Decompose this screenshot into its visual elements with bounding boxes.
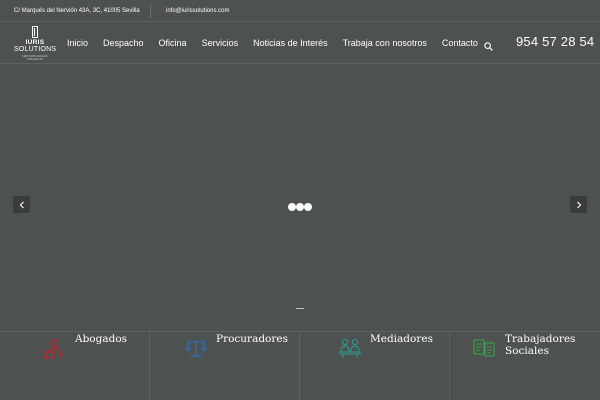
scales-icon <box>184 336 207 358</box>
slider-prev-button[interactable] <box>13 196 30 213</box>
people-meeting-icon <box>338 336 361 358</box>
lawyer-icon <box>42 336 64 359</box>
service-label: Trabajadores Sociales <box>505 333 576 357</box>
service-label: Abogados <box>75 333 128 345</box>
loader-dot <box>296 203 304 211</box>
logo-tagline: SERVICIOS LEGALES INTEGRALES <box>22 55 48 61</box>
loader-dot <box>304 203 312 211</box>
service-mediadores[interactable]: Mediadores <box>300 332 450 400</box>
chevron-right-icon <box>576 201 581 208</box>
loader-dot <box>288 203 296 211</box>
search-icon[interactable] <box>484 38 493 51</box>
nav-item-servicios[interactable]: Servicios <box>202 38 239 48</box>
documents-icon <box>472 336 495 358</box>
site-logo[interactable]: IURIS SOLUTIONS SERVICIOS LEGALES INTEGR… <box>14 25 56 61</box>
logo-text-solutions: SOLUTIONS <box>14 46 57 53</box>
hero-slider <box>0 65 600 331</box>
site-header: IURIS SOLUTIONS SERVICIOS LEGALES INTEGR… <box>0 22 600 64</box>
service-procuradores[interactable]: Procuradores <box>150 332 300 400</box>
email-link[interactable]: info@iurissolutions.com <box>166 0 229 22</box>
topbar-divider <box>150 4 151 18</box>
nav-item-inicio[interactable]: Inicio <box>67 38 88 48</box>
phone-number[interactable]: 954 57 28 54 <box>516 34 594 49</box>
service-label: Procuradores <box>216 333 288 345</box>
top-info-bar: C/ Marqués del Nervión 43A, 3C, 41005 Se… <box>0 0 600 22</box>
pillar-logo-icon <box>32 26 38 38</box>
chevron-left-icon <box>19 201 24 208</box>
nav-item-trabaja[interactable]: Trabaja con nosotros <box>343 38 427 48</box>
service-abogados[interactable]: Abogados <box>0 332 150 400</box>
slide-indicator[interactable] <box>296 308 304 309</box>
nav-item-despacho[interactable]: Despacho <box>103 38 144 48</box>
main-nav: Inicio Despacho Oficina Servicios Notici… <box>67 22 478 64</box>
loading-indicator <box>288 203 312 211</box>
slider-next-button[interactable] <box>570 196 587 213</box>
nav-item-contacto[interactable]: Contacto <box>442 38 478 48</box>
service-trabajadores-sociales[interactable]: Trabajadores Sociales <box>450 332 600 400</box>
services-strip: Abogados Procuradores Mediadores Trabaja… <box>0 331 600 400</box>
logo-text-iuris: IURIS <box>25 39 45 46</box>
address-text: C/ Marqués del Nervión 43A, 3C, 41005 Se… <box>14 8 140 14</box>
service-label: Mediadores <box>370 333 433 345</box>
nav-item-oficina[interactable]: Oficina <box>159 38 187 48</box>
nav-item-noticias[interactable]: Noticias de Interés <box>253 38 328 48</box>
